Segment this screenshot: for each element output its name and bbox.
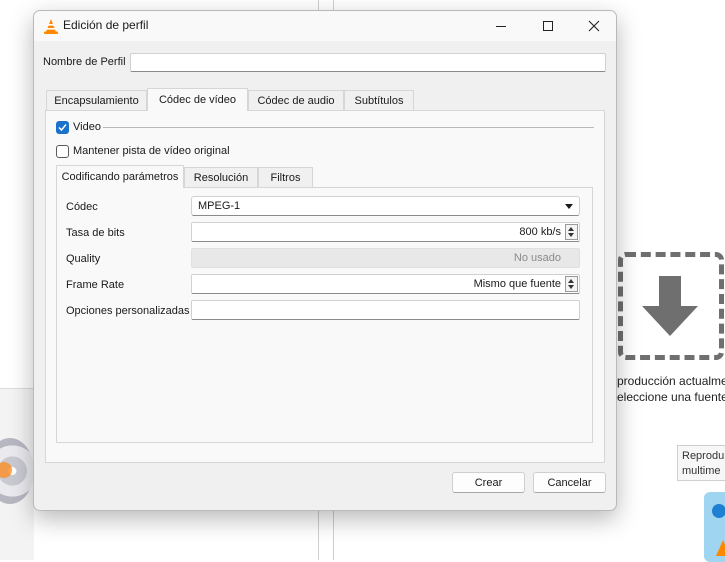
bitrate-stepper[interactable] [565,224,578,240]
profile-edit-dialog: Edición de perfil Nombre de Perfil Encap… [33,10,617,511]
tab-video-codec[interactable]: Códec de vídeo [147,88,248,111]
video-checkbox[interactable] [56,121,69,134]
minimize-icon [496,26,506,27]
maximize-button[interactable] [525,11,571,41]
quality-spinbox: No usado [191,248,580,268]
bitrate-value: 800 kb/s [519,226,561,238]
tooltip-line1: Reprodu [682,450,725,462]
bitrate-spinbox[interactable]: 800 kb/s [191,222,580,242]
subtab-encoding-parameters[interactable]: Codificando parámetros [56,165,184,188]
tooltip-line2: multime [682,465,721,477]
checkmark-icon [58,124,67,132]
download-arrow-icon [642,276,698,336]
vlc-cone-icon [716,540,725,556]
keep-original-checkbox[interactable] [56,145,69,158]
codec-label: Códec [66,201,98,213]
framerate-stepper[interactable] [565,276,578,292]
vlc-cone-icon [44,19,58,34]
spin-up-icon [568,227,574,231]
chevron-down-icon [565,204,573,209]
subtab-filters[interactable]: Filtros [258,167,313,188]
minimize-button[interactable] [478,11,524,41]
tab-audio-codec[interactable]: Códec de audio [248,90,344,111]
bluetooth-icon [712,504,725,518]
tab-subtitles[interactable]: Subtítulos [344,90,414,111]
subtab-resolution[interactable]: Resolución [184,167,258,188]
profile-name-input[interactable] [130,53,606,72]
title-bar[interactable]: Edición de perfil [34,11,616,41]
spin-up-icon [568,279,574,283]
framerate-value: Mismo que fuente [473,278,561,290]
close-button[interactable] [571,11,616,41]
custom-options-input[interactable] [191,300,580,320]
close-icon [588,20,600,32]
framerate-spinbox[interactable]: Mismo que fuente [191,274,580,294]
background-message-line2: eleccione una fuente [617,390,725,404]
maximize-icon [543,21,553,31]
create-button[interactable]: Crear [452,472,525,493]
custom-options-label: Opciones personalizadas [66,305,190,317]
tab-encapsulamiento[interactable]: Encapsulamiento [46,90,147,111]
window-title: Edición de perfil [63,18,149,32]
framerate-label: Frame Rate [66,279,125,291]
spin-down-icon [568,233,574,237]
codec-select[interactable]: MPEG-1 [191,196,580,216]
background-tooltip: Reprodu multime [677,445,725,481]
spin-down-icon [568,285,574,289]
keep-original-label: Mantener pista de vídeo original [73,145,230,157]
codec-select-value: MPEG-1 [198,200,241,212]
profile-name-label: Nombre de Perfil [43,56,126,68]
video-checkbox-label: Video [73,121,101,133]
quality-label: Quality [66,253,101,265]
quality-value: No usado [513,252,561,264]
cancel-button[interactable]: Cancelar [533,472,606,493]
group-separator [103,127,594,128]
background-message-line1: producción actualme [617,374,725,388]
bitrate-label: Tasa de bits [66,227,125,239]
